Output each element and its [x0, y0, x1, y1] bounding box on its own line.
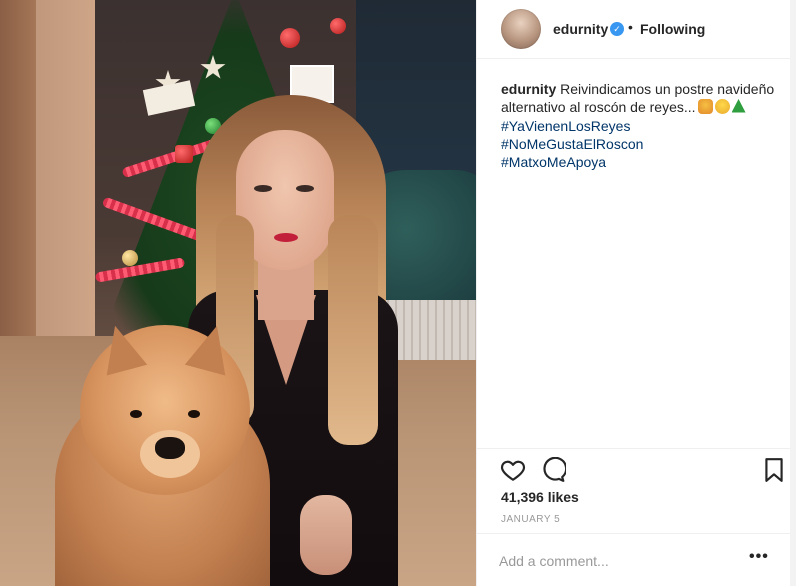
dog-ear [95, 320, 147, 375]
eye [254, 185, 272, 192]
comment-bubble-icon[interactable] [540, 457, 566, 483]
christmas-tree-emoji [731, 99, 746, 113]
dog-eye [130, 410, 142, 418]
caption-username[interactable]: edurnity [501, 81, 556, 97]
ornament [330, 18, 346, 34]
post-side-panel: edurnity ✓ • Following edurnity Reivindi… [476, 0, 796, 586]
dog-nose [155, 437, 185, 459]
comment-bar: ••• [477, 533, 796, 587]
ornament [280, 28, 300, 48]
action-bar [477, 448, 796, 489]
verified-badge-icon: ✓ [610, 22, 624, 36]
comment-input[interactable] [499, 551, 739, 571]
hashtag-list: #YaVienenLosReyes #NoMeGustaElRoscon #Ma… [501, 117, 776, 171]
lips [274, 233, 298, 242]
chow-chow-dog [55, 315, 275, 586]
separator-dot: • [628, 19, 633, 35]
post-header: edurnity ✓ • Following [477, 0, 796, 59]
post-dialog: edurnity ✓ • Following edurnity Reivindi… [0, 0, 796, 586]
post-date[interactable]: JANUARY 5 [501, 514, 560, 525]
avatar[interactable] [501, 9, 541, 49]
more-options-icon[interactable]: ••• [749, 548, 769, 566]
bookmark-icon[interactable] [761, 457, 787, 483]
following-button[interactable]: Following [640, 21, 705, 37]
hashtag-link[interactable]: #YaVienenLosReyes [501, 118, 630, 134]
header-username[interactable]: edurnity [553, 21, 608, 37]
hashtag-link[interactable]: #NoMeGustaElRoscon [501, 136, 643, 152]
dog-ear [185, 320, 237, 375]
dog-head [80, 325, 250, 495]
door [0, 0, 36, 340]
eye [296, 185, 314, 192]
slightly-frowning-face-emoji [714, 99, 730, 114]
hashtag-link[interactable]: #MatxoMeApoya [501, 154, 606, 170]
ornament [122, 250, 138, 266]
dog-eye [188, 410, 200, 418]
hair-strand [328, 215, 378, 445]
likes-count[interactable]: 41,396 likes [501, 489, 579, 505]
scrollbar[interactable] [790, 0, 796, 586]
post-photo[interactable] [0, 0, 476, 586]
post-caption: edurnity Reivindicamos un postre navideñ… [501, 80, 776, 116]
hand [300, 495, 352, 575]
lion-face-emoji [697, 99, 713, 114]
heart-icon[interactable] [500, 457, 526, 483]
